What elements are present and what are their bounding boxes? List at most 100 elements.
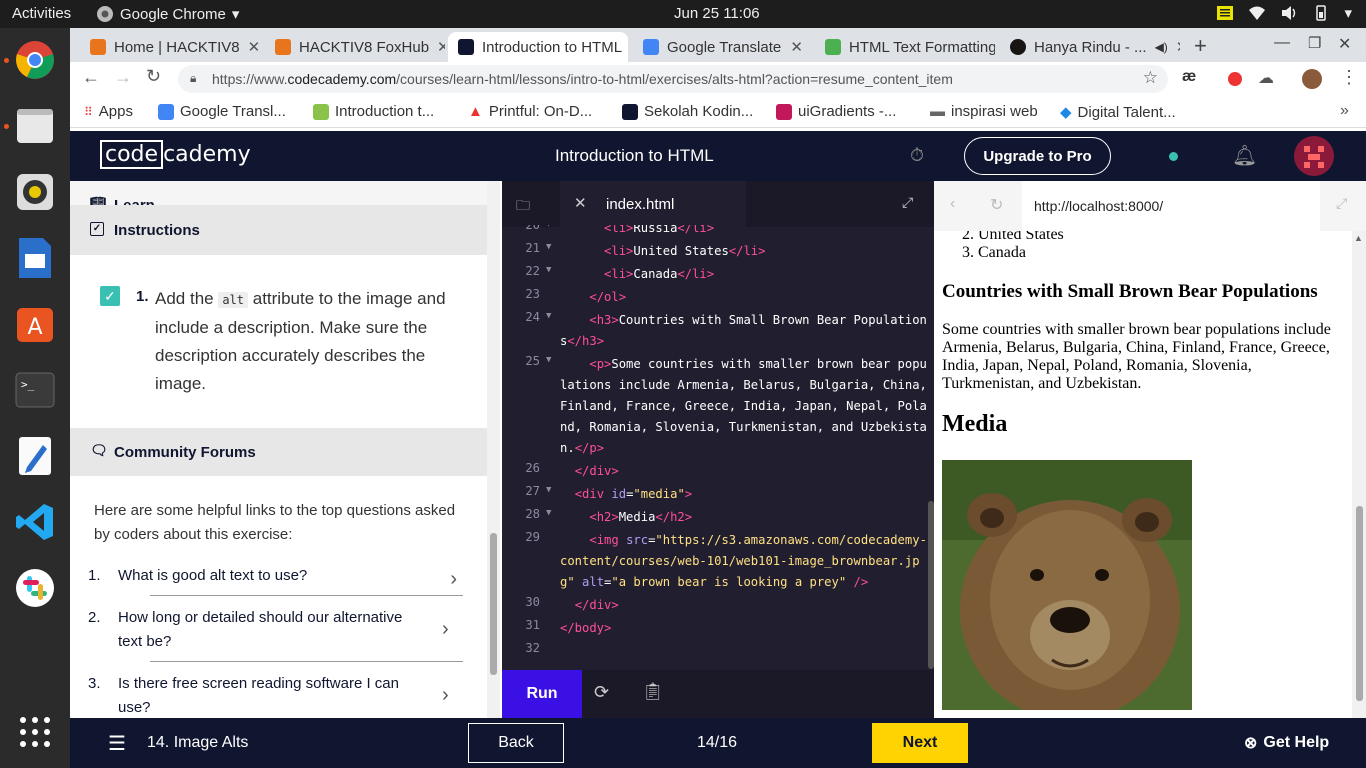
fold-arrow-icon[interactable]: ▼ xyxy=(546,242,551,252)
vscode-icon xyxy=(16,504,53,540)
scroll-up-icon[interactable]: ▲ xyxy=(1354,233,1363,243)
minimize-button[interactable]: — xyxy=(1274,34,1290,52)
close-icon[interactable]: ✕ xyxy=(574,194,587,212)
bookmark-apps[interactable]: ⠿ Apps xyxy=(84,103,133,120)
reset-icon[interactable]: ⟳ xyxy=(594,682,609,703)
bookmark-label: Introduction t... xyxy=(335,103,435,120)
apps-grid-icon: ⠿ xyxy=(84,104,93,119)
bookmark-star-icon[interactable]: ☆ xyxy=(1143,68,1158,88)
bookmark-label: Google Transl... xyxy=(180,103,286,120)
scrollbar-thumb[interactable] xyxy=(1356,506,1363,701)
close-icon[interactable]: ✕ xyxy=(437,38,445,56)
extension-record-icon[interactable] xyxy=(1228,72,1242,86)
battery-icon[interactable] xyxy=(1312,4,1330,22)
more-bookmarks-icon[interactable]: » xyxy=(1340,102,1349,120)
address-bar[interactable]: 🔒︎ https://www. codecademy.com/courses/le… xyxy=(178,65,1168,93)
dock-chrome[interactable] xyxy=(13,38,57,82)
get-help-button[interactable]: ⊗ Get Help xyxy=(1244,733,1329,753)
wifi-icon[interactable] xyxy=(1248,4,1266,22)
dock-rhythmbox[interactable] xyxy=(13,170,57,214)
close-window-button[interactable]: ✕ xyxy=(1338,34,1351,54)
bookmark-uigradients[interactable]: uiGradients -... xyxy=(776,103,896,120)
preview-url[interactable]: http://localhost:8000/ xyxy=(1022,181,1320,231)
app-menu[interactable]: Google Chrome ▾ xyxy=(96,5,239,23)
copy-clipboard-icon[interactable]: 📋︎ xyxy=(642,682,664,702)
close-icon[interactable]: ✕ xyxy=(1176,38,1180,56)
forum-link[interactable]: 1. What is good alt text to use? › xyxy=(88,564,463,590)
bookmark-introduction[interactable]: Introduction t... xyxy=(313,103,434,120)
learn-header[interactable]: 📖︎ Learn xyxy=(70,181,487,214)
tab-spotify[interactable]: Hanya Rindu - ... ◀) ✕ xyxy=(1000,32,1180,62)
tab-introduction-html[interactable]: Introduction to HTML ✕ xyxy=(448,32,628,62)
close-icon[interactable]: ✕ xyxy=(790,38,803,56)
fold-arrow-icon[interactable]: ▼ xyxy=(546,265,551,275)
chrome-menu-icon[interactable]: ⋮ xyxy=(1340,67,1358,88)
learn-scrollbar[interactable] xyxy=(487,181,500,718)
forward-arrow-icon[interactable]: → xyxy=(114,67,132,88)
run-button[interactable]: Run xyxy=(502,670,582,718)
bookmark-google-translate[interactable]: Google Transl... xyxy=(158,103,286,120)
bookmark-folder-inspirasi[interactable]: ▬ inspirasi web xyxy=(930,103,1038,120)
back-chevron-icon[interactable]: ‹ xyxy=(950,195,955,213)
fold-arrow-icon[interactable]: ▼ xyxy=(546,355,551,365)
reload-icon[interactable]: ↻ xyxy=(146,66,161,87)
tab-hacktiv8-home[interactable]: Home | HACKTIV8 ✕ xyxy=(80,32,260,62)
menu-icon[interactable]: ☰ xyxy=(108,731,126,756)
folder-icon[interactable]: 🗀 xyxy=(516,195,530,219)
chevron-right-icon[interactable]: › xyxy=(442,618,449,641)
notes-icon[interactable] xyxy=(1216,4,1234,22)
dock-writer[interactable] xyxy=(13,236,57,280)
power-menu-icon[interactable]: ▾ xyxy=(1344,4,1352,22)
fold-arrow-icon[interactable]: ▼ xyxy=(546,311,551,321)
fold-arrow-icon[interactable]: ▼ xyxy=(546,508,551,518)
expand-icon[interactable]: ⤢ xyxy=(1336,195,1347,212)
chevron-right-icon[interactable]: › xyxy=(442,684,449,707)
instructions-header[interactable]: ✓ Instructions xyxy=(70,205,487,255)
profile-avatar[interactable] xyxy=(1302,69,1322,89)
fold-arrow-icon[interactable]: ▼ xyxy=(546,225,551,229)
expand-icon[interactable]: ⤢ xyxy=(902,194,913,211)
forum-link[interactable]: 3. Is there free screen reading software… xyxy=(88,672,418,718)
restore-button[interactable]: ❐ xyxy=(1308,34,1321,52)
timer-icon[interactable]: ⏱ xyxy=(910,145,924,166)
back-button[interactable]: Back xyxy=(468,723,564,763)
file-tab-index[interactable]: ✕ index.html xyxy=(560,181,746,227)
bell-icon[interactable]: 🔔︎ xyxy=(1232,143,1257,168)
community-forums-header[interactable]: 🗨︎ Community Forums xyxy=(70,428,487,476)
tab-hacktiv8-foxhub[interactable]: HACKTIV8 FoxHub ✕ xyxy=(265,32,445,62)
lesson-name[interactable]: 14. Image Alts xyxy=(147,734,248,752)
extension-ae-icon[interactable]: æ xyxy=(1182,68,1196,86)
code-string: "a brown bear is looking a prey" xyxy=(611,575,847,589)
show-applications-button[interactable] xyxy=(13,710,57,754)
scrollbar-thumb[interactable] xyxy=(490,533,497,675)
volume-icon[interactable] xyxy=(1280,4,1298,22)
codecademy-logo[interactable]: code cademy xyxy=(100,140,251,169)
activities-button[interactable]: Activities xyxy=(12,5,71,22)
dock-slack[interactable] xyxy=(13,566,57,610)
fold-arrow-icon[interactable]: ▼ xyxy=(546,485,551,495)
tab-google-translate[interactable]: Google Translate ✕ xyxy=(633,32,813,62)
bookmark-printful[interactable]: ▲ Printful: On-D... xyxy=(468,103,592,120)
refresh-icon[interactable]: ↻ xyxy=(990,195,1003,215)
dock-software[interactable]: A xyxy=(13,302,57,346)
dock-terminal[interactable]: >_ xyxy=(13,368,57,412)
dock-files[interactable] xyxy=(13,104,57,148)
dock-text-editor[interactable] xyxy=(13,434,57,478)
code-area[interactable]: 20 ▼ <li>Russia</li> 21 ▼ <li>United Sta… xyxy=(502,225,934,669)
next-button[interactable]: Next xyxy=(872,723,968,763)
new-tab-button[interactable]: + xyxy=(1194,33,1207,59)
dock-vscode[interactable] xyxy=(13,500,57,544)
tab-html-text-formatting[interactable]: HTML Text Formatting ✕ xyxy=(815,32,995,62)
forum-link[interactable]: 2. How long or detailed should our alter… xyxy=(88,606,418,654)
task-complete-checkbox[interactable]: ✓ xyxy=(100,286,120,306)
preview-scrollbar[interactable]: ▲ xyxy=(1352,231,1366,718)
bookmark-sekolah-koding[interactable]: Sekolah Kodin... xyxy=(622,103,753,120)
system-tray[interactable]: ▾ xyxy=(1216,4,1352,22)
clock[interactable]: Jun 25 11:06 xyxy=(674,5,760,22)
avatar[interactable] xyxy=(1294,136,1334,176)
extension-cloud-icon[interactable]: ☁ xyxy=(1258,68,1274,88)
close-icon[interactable]: ✕ xyxy=(248,38,260,56)
upgrade-button[interactable]: Upgrade to Pro xyxy=(964,137,1111,175)
back-arrow-icon[interactable]: ← xyxy=(82,67,100,88)
bookmark-digital-talent[interactable]: ◆ Digital Talent... xyxy=(1060,103,1176,122)
